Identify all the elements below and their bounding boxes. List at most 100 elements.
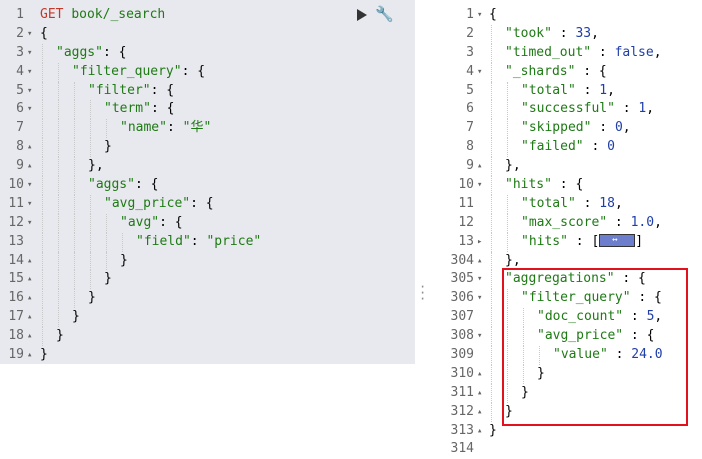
fold-toggle-icon[interactable]: ▴ [27, 270, 32, 289]
fold-toggle-icon[interactable]: ▾ [27, 176, 32, 195]
fold-toggle-icon[interactable]: ▴ [477, 422, 482, 441]
code-line: 7 "name": "华" [0, 119, 415, 139]
fold-toggle-icon[interactable]: ▴ [27, 138, 32, 157]
json-punctuation: , [591, 25, 599, 41]
code-text: GET book/_search [40, 6, 165, 25]
line-number: 304 [450, 252, 474, 268]
fold-toggle-icon[interactable]: ▾ [27, 82, 32, 101]
indent-guide [74, 138, 75, 158]
indent-guide [74, 119, 75, 139]
collapsed-array-icon[interactable] [599, 231, 636, 250]
line-number: 312 [450, 403, 474, 419]
fold-toggle-icon[interactable]: ▾ [477, 289, 482, 308]
code-line: 12 "max_score" : 1.0, [427, 213, 702, 233]
request-code-lines[interactable]: 1 GET book/_search 2 ▾{3 ▾ "aggs": {4 ▾ "filter… [0, 6, 415, 365]
line-number: 9 [16, 158, 24, 174]
fold-toggle-icon[interactable]: ▾ [27, 100, 32, 119]
fold-toggle-icon[interactable]: ▴ [27, 308, 32, 327]
line-number: 310 [450, 365, 474, 381]
fold-toggle-icon[interactable]: ▸ [477, 233, 482, 252]
indent-guide [491, 157, 492, 177]
fold-toggle-icon[interactable]: ▾ [477, 6, 482, 25]
json-value: 0 [614, 120, 623, 136]
indent-guide [42, 270, 43, 290]
json-punctuation: : { [134, 177, 159, 193]
code-line: 6 ▾ "term": { [0, 100, 415, 120]
fold-toggle-icon[interactable]: ▴ [27, 346, 32, 365]
fold-toggle-icon[interactable]: ▾ [27, 214, 32, 233]
indent-guide [58, 138, 59, 158]
code-line: 12 ▾ "avg": { [0, 213, 415, 233]
code-text: "max_score" : 1.0, [521, 214, 662, 233]
indent-guide [42, 232, 43, 252]
indent-guide [42, 62, 43, 82]
code-line: 11 "total" : 18, [427, 194, 702, 214]
json-punctuation: } [72, 309, 80, 325]
indent-guide [507, 81, 508, 101]
fold-toggle-icon[interactable]: ▴ [477, 384, 482, 403]
code-line: 7 "skipped" : 0, [427, 119, 702, 139]
code-text: } [56, 327, 64, 346]
indent-guide [42, 251, 43, 271]
json-punctuation: : [614, 101, 639, 117]
fold-toggle-icon[interactable]: ▾ [27, 44, 32, 63]
indent-guide [90, 213, 91, 233]
line-number: 10 [458, 177, 474, 193]
line-number: 14 [8, 252, 24, 268]
indent-guide [58, 213, 59, 233]
pane-resize-handle[interactable]: · · · [415, 0, 427, 459]
code-text: } [489, 422, 497, 441]
fold-toggle-icon[interactable]: ▴ [27, 252, 32, 271]
json-punctuation: } [489, 422, 497, 438]
indent-guide [90, 232, 91, 252]
fold-toggle-icon[interactable]: ▾ [477, 270, 482, 289]
line-number: 308 [450, 328, 474, 344]
fold-toggle-icon[interactable]: ▴ [27, 327, 32, 346]
json-punctuation: : [591, 44, 615, 60]
wrench-icon[interactable]: 🔧 [375, 5, 394, 23]
code-text: "took" : 33, [505, 25, 599, 44]
code-line: 8 ▴} [0, 138, 415, 158]
fold-toggle-icon[interactable]: ▾ [27, 25, 32, 44]
indent-guide [42, 119, 43, 139]
fold-toggle-icon[interactable]: ▴ [477, 403, 482, 422]
code-line: 2 "took" : 33, [427, 24, 702, 44]
indent-guide [42, 157, 43, 177]
json-punctuation: : { [575, 63, 607, 79]
fold-toggle-icon[interactable]: ▾ [477, 327, 482, 346]
code-text: "failed" : 0 [521, 138, 615, 157]
code-text: "filter": { [88, 82, 174, 101]
code-text: "timed_out" : false, [505, 44, 662, 63]
json-punctuation: : [166, 120, 183, 136]
fold-toggle-icon[interactable]: ▴ [27, 157, 32, 176]
line-number: 313 [450, 422, 474, 438]
code-line: 10 ▾ "aggs": { [0, 176, 415, 195]
aggregations-highlight-box [502, 268, 688, 426]
fold-toggle-icon[interactable]: ▾ [27, 63, 32, 82]
json-punctuation: }, [88, 158, 104, 174]
indent-guide [74, 251, 75, 271]
json-string: "hits" [505, 177, 552, 193]
line-number: 17 [8, 309, 24, 325]
play-icon[interactable] [357, 9, 367, 21]
json-punctuation: : [551, 25, 576, 41]
line-number: 7 [16, 120, 24, 136]
json-punctuation: : { [150, 82, 175, 98]
grip-icon[interactable]: · · · [419, 281, 426, 305]
fold-toggle-icon[interactable]: ▴ [477, 365, 482, 384]
indent-guide [42, 176, 43, 195]
code-text: "_shards" : { [505, 63, 607, 82]
line-number: 4 [16, 63, 24, 79]
request-editor[interactable]: 1 GET book/_search 2 ▾{3 ▾ "aggs": {4 ▾ "filter… [0, 0, 415, 364]
fold-toggle-icon[interactable]: ▾ [477, 176, 482, 195]
line-number: 12 [8, 214, 24, 230]
fold-toggle-icon[interactable]: ▴ [477, 252, 482, 271]
json-value: 1 [599, 82, 608, 98]
fold-toggle-icon[interactable]: ▾ [27, 195, 32, 214]
json-punctuation: , [653, 44, 662, 60]
fold-toggle-icon[interactable]: ▴ [27, 289, 32, 308]
request-editor-pane[interactable]: 1 GET book/_search 2 ▾{3 ▾ "aggs": {4 ▾ "filter… [0, 0, 415, 459]
json-value: 33 [575, 25, 592, 41]
fold-toggle-icon[interactable]: ▴ [477, 157, 482, 176]
fold-toggle-icon[interactable]: ▾ [477, 63, 482, 82]
